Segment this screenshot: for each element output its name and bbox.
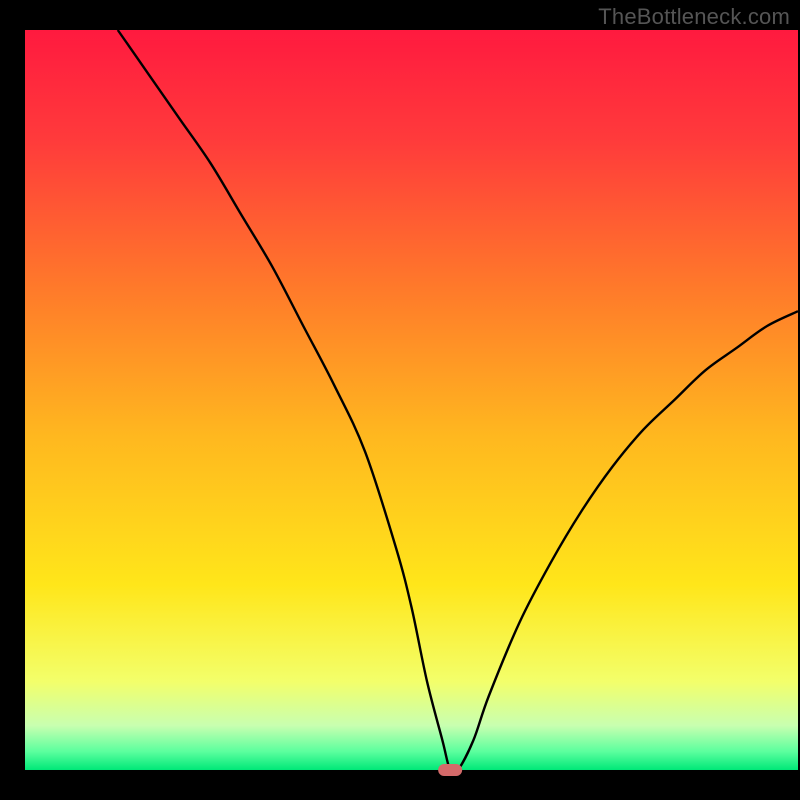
attribution-text: TheBottleneck.com — [598, 4, 790, 30]
bottleneck-chart — [0, 0, 800, 800]
gradient-background — [25, 30, 798, 770]
optimal-marker — [438, 764, 462, 776]
